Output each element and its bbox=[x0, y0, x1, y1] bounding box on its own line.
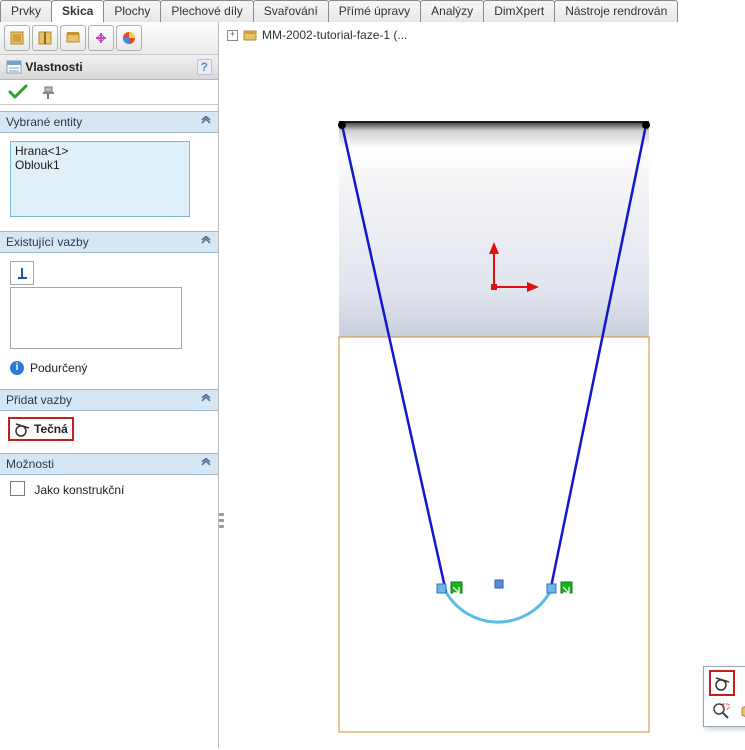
feature-manager-tabs bbox=[0, 22, 218, 55]
tab-svarovani[interactable]: Svařování bbox=[253, 0, 329, 22]
fm-tab-render[interactable] bbox=[116, 25, 142, 51]
construction-checkbox-row[interactable]: Jako konstrukční bbox=[10, 483, 124, 497]
construction-checkbox[interactable] bbox=[10, 481, 25, 496]
section-header-label: Přidat vazby bbox=[6, 393, 200, 407]
list-item[interactable]: Hrana<1> bbox=[15, 144, 185, 158]
tree-root-label: MM-2002-tutorial-faze-1 (... bbox=[262, 28, 407, 42]
section-selected-entities[interactable]: Vybrané entity bbox=[0, 111, 218, 133]
selected-entities-list[interactable]: Hrana<1> Oblouk1 bbox=[10, 141, 190, 217]
properties-icon bbox=[6, 60, 22, 74]
ok-cancel-row bbox=[0, 80, 218, 105]
part-icon bbox=[242, 28, 258, 42]
section-header-label: Existující vazby bbox=[6, 235, 200, 249]
property-manager-title-bar: Vlastnosti ? bbox=[0, 55, 218, 80]
help-button[interactable]: ? bbox=[197, 59, 212, 75]
tab-plochy[interactable]: Plochy bbox=[103, 0, 161, 22]
graphics-area[interactable]: + MM-2002-tutorial-faze-1 (... bbox=[219, 22, 745, 748]
sketch-status-label: Podurčený bbox=[30, 361, 87, 375]
add-tangent-label: Tečná bbox=[34, 422, 68, 436]
property-manager-title: Vlastnosti bbox=[25, 60, 82, 74]
tab-dimxpert[interactable]: DimXpert bbox=[483, 0, 555, 22]
flyout-feature-tree[interactable]: + MM-2002-tutorial-faze-1 (... bbox=[227, 28, 407, 42]
construction-label: Jako konstrukční bbox=[34, 483, 124, 497]
ctx-zoom-selection-button[interactable] bbox=[709, 699, 733, 723]
tangent-icon bbox=[14, 421, 30, 437]
fm-tab-feature-tree[interactable] bbox=[4, 25, 30, 51]
collapse-icon bbox=[200, 393, 212, 407]
section-options[interactable]: Možnosti bbox=[0, 453, 218, 475]
fm-tab-configuration[interactable] bbox=[60, 25, 86, 51]
fm-tab-dimxpert[interactable] bbox=[88, 25, 114, 51]
tab-prime-upravy[interactable]: Přímé úpravy bbox=[328, 0, 421, 22]
fm-tab-property-manager[interactable] bbox=[32, 25, 58, 51]
tree-expand-icon[interactable]: + bbox=[227, 30, 238, 41]
pane-splitter[interactable] bbox=[218, 510, 226, 538]
ctx-normal-to-button[interactable] bbox=[736, 699, 745, 723]
tab-analyzy[interactable]: Analýzy bbox=[420, 0, 484, 22]
tab-skica[interactable]: Skica bbox=[51, 0, 104, 22]
property-manager: Vlastnosti ? Vybrané entity Hrana<1> Obl… bbox=[0, 22, 219, 748]
tab-render-tools[interactable]: Nástroje rendrován bbox=[554, 0, 678, 22]
list-item[interactable]: Oblouk1 bbox=[15, 158, 185, 172]
section-existing-constraints[interactable]: Existující vazby bbox=[0, 231, 218, 253]
section-header-label: Možnosti bbox=[6, 457, 200, 471]
context-toolbar: ø bbox=[703, 666, 745, 727]
section-add-constraints[interactable]: Přidat vazby bbox=[0, 389, 218, 411]
collapse-icon bbox=[200, 115, 212, 129]
section-header-label: Vybrané entity bbox=[6, 115, 200, 129]
tab-prvky[interactable]: Prvky bbox=[0, 0, 52, 22]
ctx-tangent-relation-button[interactable] bbox=[709, 670, 735, 696]
sketch-canvas[interactable] bbox=[329, 82, 689, 742]
perpendicular-icon[interactable] bbox=[10, 261, 34, 285]
collapse-icon bbox=[200, 235, 212, 249]
ok-button[interactable] bbox=[8, 84, 28, 100]
command-tabs: Prvky Skica Plochy Plechové díly Svařová… bbox=[0, 0, 745, 22]
info-icon: i bbox=[10, 361, 24, 375]
pushpin-button[interactable] bbox=[38, 84, 58, 100]
collapse-icon bbox=[200, 457, 212, 471]
add-tangent-relation-button[interactable]: Tečná bbox=[8, 417, 74, 441]
existing-constraints-list[interactable] bbox=[10, 287, 182, 349]
tab-plechove-dily[interactable]: Plechové díly bbox=[160, 0, 253, 22]
